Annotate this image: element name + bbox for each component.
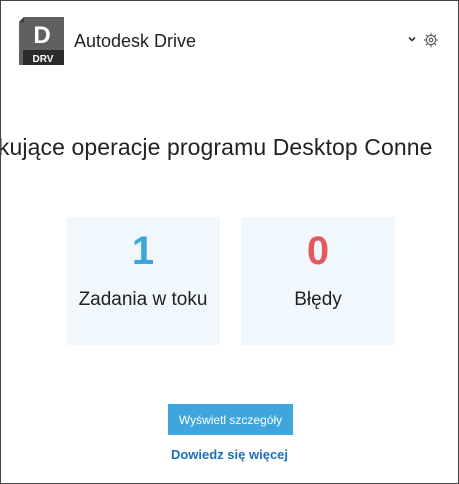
view-details-button[interactable]: Wyświetl szczegóły [168,404,293,435]
autodesk-drive-logo-icon: D DRV [19,17,64,65]
app-window: D DRV Autodesk Drive ekujące operacje pr [0,0,459,484]
errors-label: Błędy [294,289,342,310]
errors-card[interactable]: 0 Błędy [241,217,395,345]
heading-container: ekujące operacje programu Desktop Conne [1,131,458,167]
gear-icon[interactable] [423,32,439,48]
app-title: Autodesk Drive [74,31,197,51]
errors-count: 0 [306,229,330,273]
tasks-count: 1 [131,229,155,273]
chevron-down-icon[interactable] [407,34,417,44]
app-header: D DRV Autodesk Drive [1,1,458,81]
learn-more-link[interactable]: Dowiedz się więcej [1,447,458,462]
page-title: ekujące operacje programu Desktop Conne [1,134,433,160]
logo-badge: DRV [33,54,54,65]
tasks-label: Zadania w toku [78,289,208,310]
tasks-in-progress-card[interactable]: 1 Zadania w toku [66,217,220,345]
logo-letter: D [33,22,50,49]
